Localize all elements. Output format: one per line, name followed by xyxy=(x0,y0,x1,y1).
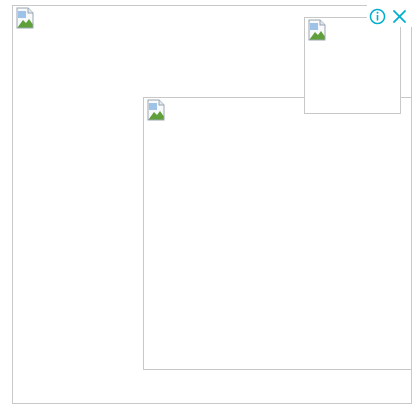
broken-image-icon xyxy=(16,7,34,29)
ad-choices-controls xyxy=(367,5,412,27)
small-image-frame[interactable] xyxy=(304,17,401,114)
ad-slot xyxy=(0,0,417,408)
broken-image-icon xyxy=(147,99,165,121)
middle-image-frame[interactable] xyxy=(143,97,412,370)
info-icon[interactable] xyxy=(369,8,386,25)
broken-image-icon xyxy=(308,19,326,41)
close-icon[interactable] xyxy=(391,8,408,25)
